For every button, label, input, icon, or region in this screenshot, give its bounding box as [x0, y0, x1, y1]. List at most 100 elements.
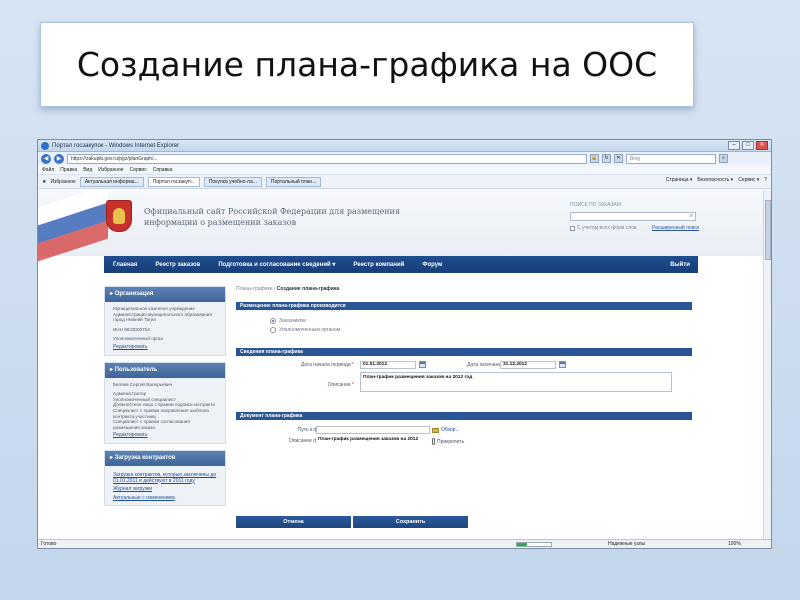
- nav-home[interactable]: Главная: [104, 262, 146, 268]
- minimize-button[interactable]: –: [728, 141, 740, 150]
- stop-icon[interactable]: ✕: [614, 154, 623, 163]
- user-block-title: ▸ Пользователь: [105, 362, 225, 378]
- slide-title-box: Создание плана-графика на ООС: [40, 22, 694, 107]
- url-input[interactable]: https://zakupki.gov.ru/pgz/planGraph/...: [67, 153, 587, 164]
- info-section-title: Сведения плана-графика: [236, 348, 692, 356]
- file-path-input[interactable]: [316, 426, 430, 434]
- tool-service[interactable]: Сервис ▾: [738, 177, 759, 183]
- attach-button[interactable]: Прикрепить: [432, 438, 464, 445]
- menu-bar: Файл Правка Вид Избранное Сервис Справка: [38, 165, 771, 175]
- description-textarea[interactable]: План-график размещения заказов на 2012 г…: [360, 372, 672, 392]
- site-nav: Главная Реестр заказов Подготовка и согл…: [104, 256, 698, 273]
- back-button[interactable]: ◀: [41, 153, 51, 164]
- paperclip-icon: [432, 438, 435, 445]
- user-edit-link[interactable]: Редактировать: [113, 433, 219, 439]
- start-date-input[interactable]: 01.01.2012: [360, 361, 416, 369]
- status-bar: Готово Надежные узлы 100%: [38, 539, 771, 548]
- flag-banner: [38, 190, 108, 262]
- radio-authorized-body[interactable]: Уполномоченным органом: [270, 325, 692, 334]
- description-label: Описание *: [327, 382, 354, 388]
- file-description-input[interactable]: План-график размещения заказов на 2012: [316, 437, 430, 445]
- save-button[interactable]: Сохранить: [353, 516, 468, 528]
- upload-journal-link[interactable]: Журнал загрузки: [113, 486, 219, 493]
- browse-button[interactable]: Обзор...: [432, 427, 460, 433]
- tool-help[interactable]: ?: [764, 177, 767, 183]
- tab-1[interactable]: Актуальная информа...: [79, 176, 144, 187]
- cancel-button[interactable]: Отмена: [236, 516, 351, 528]
- start-date-label: Дата начала периода *: [300, 362, 354, 368]
- window-title: Портал госзакупок - Windows Internet Exp…: [52, 142, 180, 149]
- tool-security[interactable]: Безопасность ▾: [697, 177, 733, 183]
- contracts-upload-link[interactable]: Загрузка контрактов, которые заключены д…: [113, 472, 219, 484]
- search-icon[interactable]: ⌕: [719, 154, 728, 163]
- slide-title: Создание плана-графика на ООС: [76, 44, 658, 84]
- web-page: Официальный сайт Российской Федерации дл…: [38, 190, 764, 541]
- menu-item-view[interactable]: Вид: [83, 167, 92, 173]
- nav-forum[interactable]: Форум: [413, 262, 451, 268]
- menu-item-help[interactable]: Справка: [153, 167, 173, 173]
- search-option[interactable]: С учетом всех форм слов: [570, 225, 637, 231]
- tab-3[interactable]: Покупка учебно-ла...: [203, 176, 262, 187]
- site-search-label: ПОИСК ПО ЗАКАЗАМ: [570, 202, 621, 208]
- menu-item-favorites[interactable]: Избранное: [98, 167, 123, 173]
- load-progress-bar: [516, 542, 552, 547]
- folder-icon: [432, 427, 439, 433]
- actual-changes-link[interactable]: Актуальные с изменением: [113, 495, 219, 502]
- menu-item-edit[interactable]: Правка: [60, 167, 77, 173]
- tab-4[interactable]: Портальный план...: [265, 176, 322, 187]
- status-text: Готово: [41, 541, 57, 547]
- search-option-checkbox[interactable]: [570, 225, 575, 231]
- ie-logo-icon: [41, 141, 49, 150]
- org-block: ▸ Организация Муниципальное казенное учр…: [104, 286, 226, 356]
- scrollbar-thumb[interactable]: [765, 200, 771, 260]
- advanced-search-link[interactable]: Расширенный поиск: [652, 225, 699, 231]
- user-block: ▸ Пользователь Беляев Сергей Валерьевич …: [104, 361, 226, 444]
- breadcrumb: Планы-графики / Создание плана-графика: [236, 286, 340, 292]
- nav-companies-registry[interactable]: Реестр компаний: [344, 262, 413, 268]
- coat-of-arms-icon: [106, 200, 132, 232]
- form-buttons: Отмена Сохранить: [236, 516, 468, 528]
- favorites-bar: ★ Избранное Актуальная информа... Портал…: [38, 175, 771, 189]
- nav-exit[interactable]: Выйти: [661, 262, 698, 268]
- start-date-calendar-icon[interactable]: [419, 361, 426, 368]
- org-edit-link[interactable]: Редактировать: [113, 344, 219, 351]
- end-date-input[interactable]: 31.12.2012: [500, 361, 556, 369]
- window-titlebar[interactable]: Портал госзакупок - Windows Internet Exp…: [38, 140, 771, 152]
- document-section-title: Документ плана-графика: [236, 412, 692, 420]
- favorites-label[interactable]: Избранное: [50, 179, 75, 185]
- tool-page[interactable]: Страница ▾: [666, 177, 693, 183]
- close-button[interactable]: ✕: [756, 141, 768, 150]
- org-block-title: ▸ Организация: [105, 287, 225, 302]
- refresh-icon[interactable]: ↻: [602, 154, 611, 163]
- browser-search-input[interactable]: Bing: [626, 153, 716, 164]
- menu-item-file[interactable]: Файл: [42, 167, 54, 173]
- site-header: Официальный сайт Российской Федерации дл…: [38, 190, 764, 262]
- nav-orders-registry[interactable]: Реестр заказов: [146, 262, 209, 268]
- vertical-scrollbar[interactable]: [763, 190, 771, 541]
- end-date-calendar-icon[interactable]: [559, 361, 566, 368]
- breadcrumb-link[interactable]: Планы-графики: [236, 286, 273, 292]
- menu-item-tools[interactable]: Сервис: [130, 167, 147, 173]
- favorites-star-icon[interactable]: ★: [42, 179, 46, 185]
- sidebar: ▸ Организация Муниципальное казенное учр…: [104, 286, 226, 512]
- forward-button[interactable]: ▶: [54, 153, 64, 164]
- radio-authorized-body-control[interactable]: [270, 326, 276, 333]
- radio-customer-control[interactable]: [270, 317, 276, 324]
- org-role: Уполномоченный орган: [113, 336, 163, 342]
- breadcrumb-current: Создание плана-графика: [276, 286, 340, 292]
- search-icon[interactable]: ⌕: [690, 213, 693, 220]
- placement-section-title: Размещение плана-графика производится: [236, 302, 692, 310]
- site-search-input[interactable]: ⌕: [570, 212, 696, 221]
- main-content: Планы-графики / Создание плана-графика Р…: [236, 286, 692, 460]
- site-name: Официальный сайт Российской Федерации дл…: [144, 207, 400, 227]
- tab-2[interactable]: Портал госзакуп...: [147, 176, 200, 187]
- zoom-level[interactable]: 100%: [728, 541, 741, 547]
- security-zone: Надежные узлы: [608, 541, 646, 547]
- radio-customer[interactable]: Заказчиком: [270, 316, 692, 325]
- maximize-button[interactable]: □: [742, 141, 754, 150]
- contracts-block-title: ▸ Загрузка контрактов: [105, 450, 225, 466]
- nav-preparation[interactable]: Подготовка и согласование сведений ▾: [209, 261, 344, 268]
- browser-window: Портал госзакупок - Windows Internet Exp…: [37, 139, 772, 549]
- lock-icon[interactable]: 🔒: [590, 154, 599, 163]
- contracts-block: ▸ Загрузка контрактов Загрузка контракто…: [104, 449, 226, 507]
